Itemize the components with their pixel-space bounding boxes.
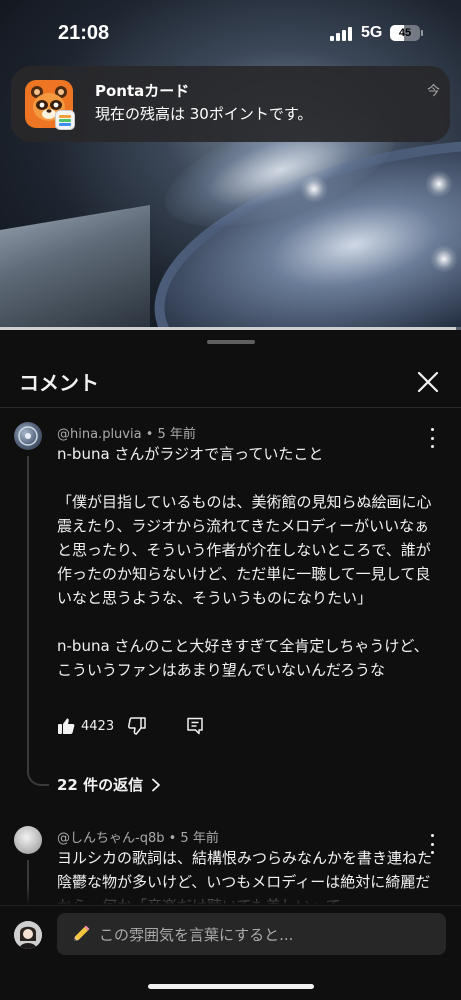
user-avatar[interactable] xyxy=(14,921,42,949)
comments-panel: コメント @hina.pluvia • 5 年前 n-buna さんがラジオで言… xyxy=(0,330,461,1000)
comment-composer: この雰囲気を言葉にすると... xyxy=(0,905,461,1000)
battery-icon: 45 xyxy=(390,25,420,41)
wallet-icon xyxy=(55,110,75,130)
avatar[interactable] xyxy=(14,826,42,854)
dislike-button[interactable] xyxy=(128,717,146,735)
notification-message: 現在の残高は 30ポイントです。 xyxy=(95,105,313,123)
close-button[interactable] xyxy=(414,368,442,396)
notification-time: 今 xyxy=(427,84,441,99)
view-replies-button[interactable]: 22 件の返信 xyxy=(57,774,161,795)
comment-author[interactable]: @hina.pluvia xyxy=(57,427,142,442)
cellular-signal-icon xyxy=(330,27,352,41)
comment-input-placeholder: この雰囲気を言葉にすると... xyxy=(99,925,294,944)
video-frame-sparkle xyxy=(300,175,328,203)
video-frame-sparkle xyxy=(425,170,453,198)
like-button[interactable] xyxy=(57,717,75,735)
avatar[interactable] xyxy=(14,422,42,450)
chevron-right-icon xyxy=(152,778,161,791)
panel-title: コメント xyxy=(19,371,99,395)
comment-text: n-buna さんがラジオで言っていたこと 「僕が目指しているものは、美術館の見… xyxy=(57,445,432,679)
more-vert-icon xyxy=(430,834,434,837)
comment-age: 5 年前 xyxy=(180,831,219,846)
notification-banner[interactable]: Pontaカード 現在の残高は 30ポイントです。 今 xyxy=(11,66,450,142)
status-time: 21:08 xyxy=(58,22,110,44)
status-bar: 21:08 5G 45 xyxy=(0,0,461,60)
comment-item: @hina.pluvia • 5 年前 n-buna さんがラジオで言っていたこ… xyxy=(0,422,461,802)
drag-handle[interactable] xyxy=(207,340,255,344)
replies-count: 22 件の返信 xyxy=(57,776,144,794)
scroll-fade xyxy=(0,885,461,905)
thread-line xyxy=(27,456,49,786)
pencil-icon xyxy=(74,925,90,941)
notification-app-name: Pontaカード xyxy=(95,82,190,100)
comment-age: 5 年前 xyxy=(157,427,196,442)
video-frame-sparkle xyxy=(430,245,458,273)
meta-separator: • xyxy=(145,427,158,442)
more-vert-icon xyxy=(430,428,434,431)
home-indicator[interactable] xyxy=(148,984,314,989)
header-divider xyxy=(0,407,461,408)
meta-separator: • xyxy=(168,831,181,846)
video-frame-machine xyxy=(0,205,150,330)
comment-author[interactable]: @しんちゃん-q8b xyxy=(57,831,164,846)
comment-input[interactable]: この雰囲気を言葉にすると... xyxy=(57,913,446,955)
close-icon xyxy=(417,371,439,393)
reply-button[interactable] xyxy=(186,717,204,735)
battery-nub xyxy=(421,30,423,36)
like-count: 4423 xyxy=(81,718,115,734)
network-type: 5G xyxy=(361,24,383,41)
battery-level: 45 xyxy=(398,27,412,39)
comment-meta: @hina.pluvia • 5 年前 xyxy=(57,423,196,442)
comment-meta: @しんちゃん-q8b • 5 年前 xyxy=(57,827,219,846)
comment-actions: 4423 xyxy=(57,717,204,735)
